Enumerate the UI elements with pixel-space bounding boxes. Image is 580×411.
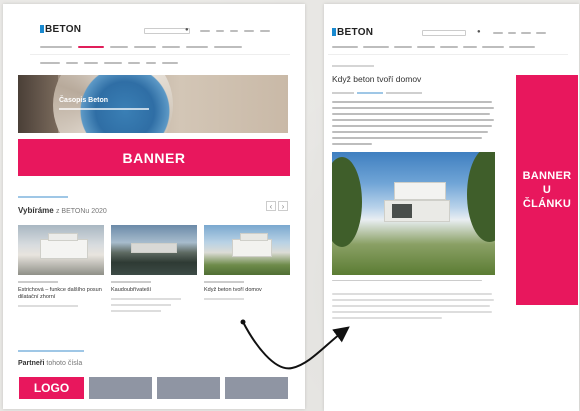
top-links	[200, 30, 270, 34]
site-logo[interactable]: BETON	[40, 24, 81, 35]
partner-logo[interactable]: LOGO	[19, 377, 84, 399]
divider	[30, 54, 290, 55]
hero-title: Časopis Beton	[59, 97, 109, 104]
top-links	[493, 32, 546, 36]
main-nav	[332, 46, 535, 50]
card-title: Když beton tvoří domov	[204, 287, 262, 293]
card-title: Kaudoubřívateší	[111, 287, 152, 293]
card-image	[18, 225, 104, 275]
divider	[328, 54, 568, 55]
partner-logo-placeholder[interactable]	[157, 377, 220, 399]
card-image	[111, 225, 197, 275]
section-underline	[18, 196, 68, 198]
search-input[interactable]	[422, 30, 466, 36]
partner-logo-placeholder[interactable]	[225, 377, 288, 399]
article-category[interactable]	[357, 92, 383, 94]
card-image	[204, 225, 290, 275]
logo-mark-icon	[40, 25, 44, 33]
banner-placeholder[interactable]: BANNER	[18, 139, 290, 176]
main-nav	[40, 46, 242, 50]
carousel-controls: ‹ ›	[266, 201, 288, 211]
hero-image[interactable]: Časopis Beton	[18, 75, 288, 133]
section-title: Vybíráme z BETONu 2020	[18, 206, 107, 215]
breadcrumb[interactable]	[332, 65, 374, 67]
nav-item-active[interactable]	[78, 46, 104, 48]
search-icon[interactable]: ●	[185, 27, 189, 33]
site-logo[interactable]: BETON	[332, 27, 373, 38]
image-caption	[332, 280, 482, 281]
article-card[interactable]: Když beton tvoří domov	[204, 225, 290, 300]
search-input[interactable]	[144, 28, 190, 34]
article-card[interactable]: Estrichová – funkce dalšího posun dilata…	[18, 225, 104, 307]
search-icon[interactable]: ●	[477, 29, 481, 35]
article-banner-placeholder[interactable]: BANNER U ČLÁNKU	[516, 75, 578, 305]
chevron-right-icon[interactable]: ›	[278, 201, 288, 211]
card-title: Estrichová – funkce dalšího posun dilata…	[18, 287, 102, 300]
section-underline	[18, 350, 84, 352]
sub-nav	[40, 62, 178, 66]
article-card[interactable]: Kaudoubřívateší	[111, 225, 197, 312]
article-date	[332, 92, 354, 94]
chevron-left-icon[interactable]: ‹	[266, 201, 276, 211]
partners-title: Partneři tohoto čísla	[18, 360, 83, 367]
article-author	[386, 92, 422, 94]
partner-logo-placeholder[interactable]	[89, 377, 152, 399]
article-image[interactable]	[332, 152, 495, 275]
logo-mark-icon	[332, 28, 336, 36]
article-title: Když beton tvoří domov	[332, 74, 422, 84]
